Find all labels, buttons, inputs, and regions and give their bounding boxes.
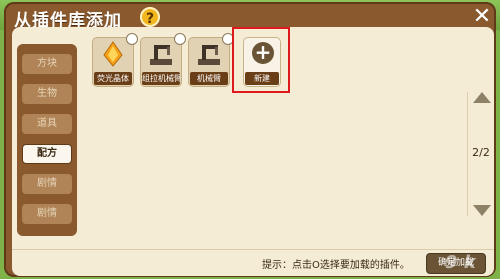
help-button[interactable]: ? <box>140 7 160 27</box>
page-down-arrow-icon[interactable] <box>473 205 491 216</box>
plugin-card[interactable]: 荧光晶体 <box>92 33 138 87</box>
select-checkbox[interactable] <box>126 33 138 45</box>
sidebar-item-story[interactable]: 剧情 <box>22 174 72 194</box>
select-checkbox[interactable] <box>174 33 186 45</box>
arm-icon <box>150 45 172 65</box>
new-plugin-label: 新建 <box>245 72 279 85</box>
watermark: 9 k <box>445 252 476 273</box>
page-indicator: 2/2 <box>472 146 490 159</box>
page-up-arrow-icon[interactable] <box>473 92 491 103</box>
footer-bar: 提示：点击O选择要加载的插件。 确定加载 <box>12 249 494 276</box>
plus-icon: + <box>252 42 274 64</box>
card-label: 组拉机械臂 <box>142 72 180 85</box>
card-label: 荧光晶体 <box>94 72 132 85</box>
pagination: 2/2 <box>467 92 494 216</box>
hint-text: 提示：点击O选择要加载的插件。 <box>262 260 410 271</box>
plugin-card[interactable]: 机械臂 <box>188 33 234 87</box>
sidebar-item-recipes[interactable]: 配方 <box>22 144 72 164</box>
sidebar-item-story-2[interactable]: 剧情 <box>22 204 72 224</box>
dialog-content: 方块 生物 道具 配方 剧情 剧情 荧光晶体 组拉机械臂 机械臂 + 新建 2/… <box>12 27 494 273</box>
plugin-card[interactable]: 组拉机械臂 <box>140 33 186 87</box>
dialog-panel: 从插件库添加 ? ✕ 方块 生物 道具 配方 剧情 剧情 荧光晶体 组拉机械臂 … <box>4 2 496 277</box>
card-label: 机械臂 <box>190 72 228 85</box>
new-plugin-highlight: + 新建 <box>232 27 290 93</box>
sidebar-item-items[interactable]: 道具 <box>22 114 72 134</box>
new-plugin-button[interactable]: + 新建 <box>243 37 281 87</box>
category-sidebar: 方块 生物 道具 配方 剧情 剧情 <box>17 44 77 236</box>
arm-icon <box>198 45 220 65</box>
sidebar-item-creatures[interactable]: 生物 <box>22 84 72 104</box>
crystal-icon <box>103 41 123 67</box>
close-button[interactable]: ✕ <box>471 6 493 28</box>
sidebar-item-blocks[interactable]: 方块 <box>22 54 72 74</box>
